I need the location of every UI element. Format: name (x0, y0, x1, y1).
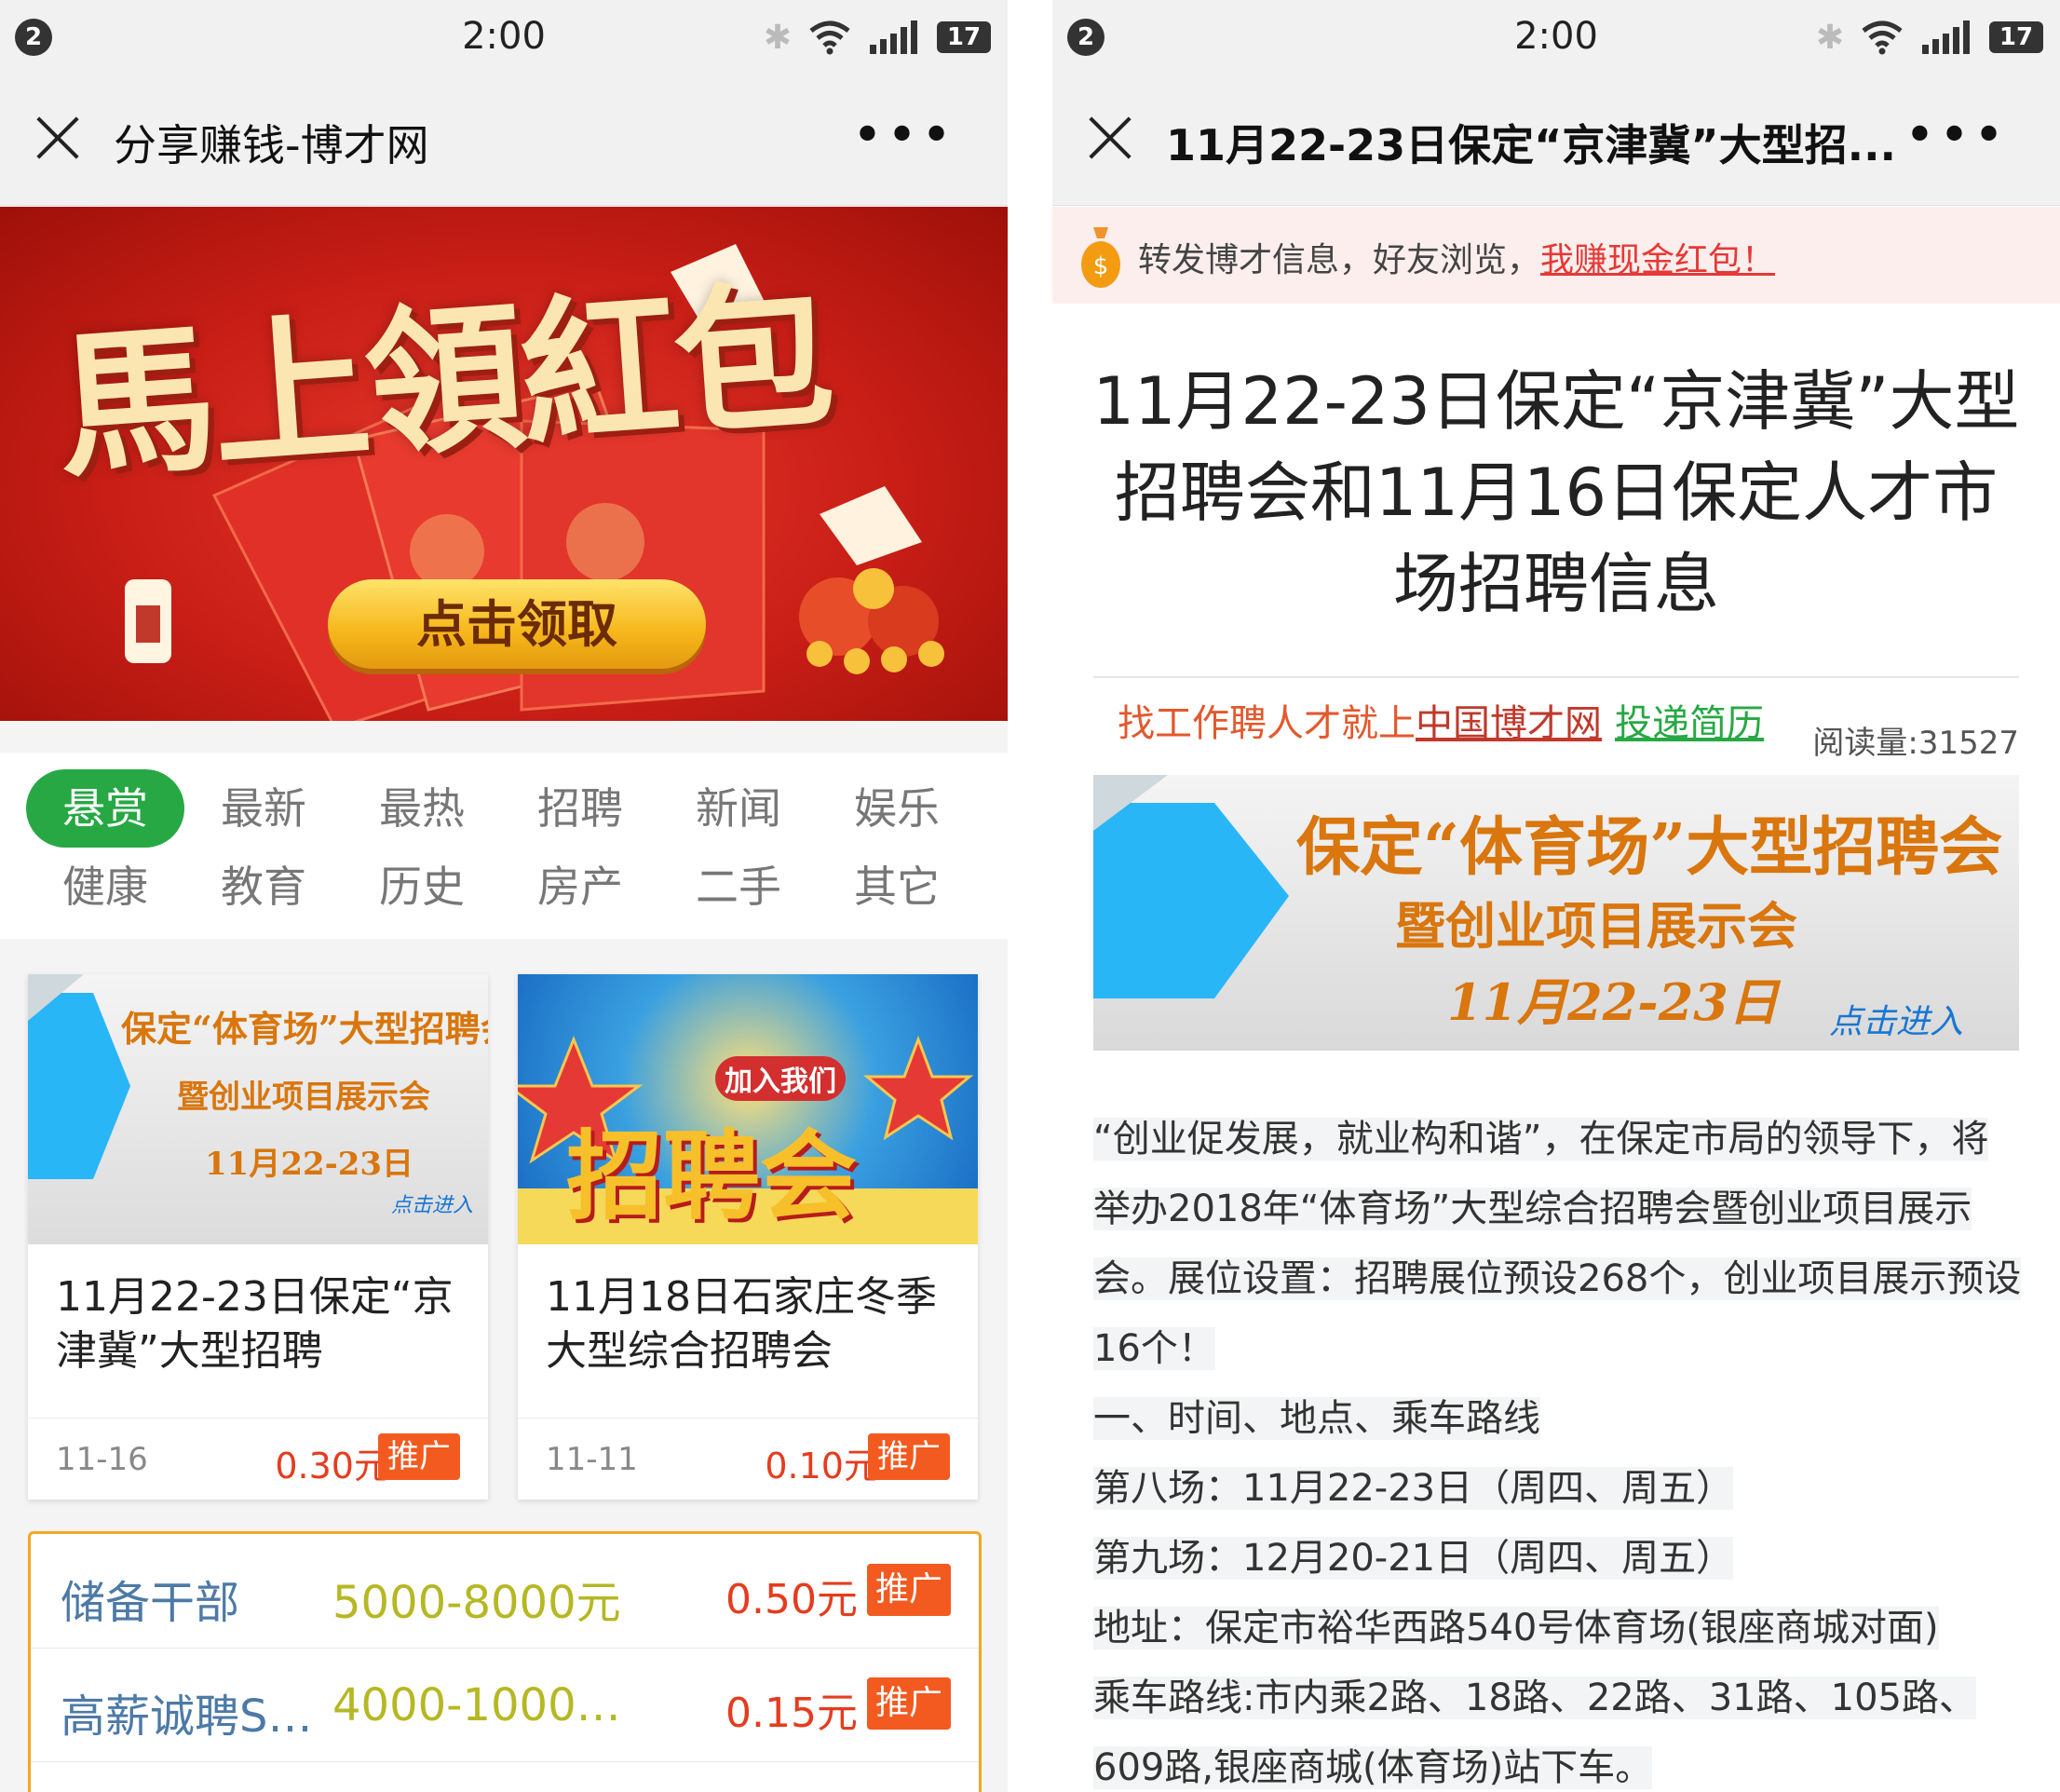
job-row[interactable]: 储备干部 5000-8000元 0.50元 推广 (31, 1534, 979, 1649)
banner-text-4: 点击进入 (1829, 1003, 1964, 1041)
tab-entertainment[interactable]: 娱乐 (818, 769, 976, 848)
signal-icon (868, 20, 920, 54)
title-bar: 分享赚钱-博才网 ••• (0, 73, 1008, 206)
tab-education[interactable]: 教育 (184, 848, 343, 926)
wifi-icon (1861, 20, 1904, 55)
site-link[interactable]: 中国博才网 (1416, 702, 1602, 745)
close-icon[interactable] (34, 114, 82, 162)
submit-resume-link[interactable]: 投递简历 (1615, 702, 1764, 745)
article-paragraph: 乘车路线:市内乘2路、18路、22路、31路、105路、609路,银座商城(体育… (1093, 1663, 2025, 1792)
page-title: 分享赚钱-博才网 (114, 120, 429, 170)
money-bag-icon: $ (1081, 227, 1120, 288)
card-image-text-4: 点击进入 (391, 1194, 474, 1217)
close-icon[interactable] (1086, 114, 1134, 162)
paragraph-text: 第八场：11月22-23日（周四、周五） (1093, 1467, 1734, 1510)
source-prefix: 找工作聘人才就上 (1118, 702, 1416, 745)
tab-recruitment[interactable]: 招聘 (501, 769, 659, 848)
article-banner-image[interactable]: 保定“体育场”大型招聘会 暨创业项目展示会 11月22-23日 点击进入 (1093, 775, 2019, 1051)
tab-latest[interactable]: 最新 (184, 769, 343, 848)
card-date: 11-16 (56, 1441, 148, 1478)
share-tip-text: 转发博才信息，好友浏览， (1138, 241, 1541, 279)
article-paragraph: 一、时间、地点、乘车路线 (1093, 1384, 2025, 1454)
signal-icon (1920, 20, 1972, 54)
bluetooth-icon: ✱ (1815, 18, 1844, 57)
divider (1093, 676, 2019, 678)
battery-icon: 17 (937, 21, 991, 53)
paragraph-text: 地址：保定市裕华西路540号体育场(银座商城对面) (1093, 1607, 1939, 1649)
job-title: 储备干部 (61, 1577, 240, 1629)
card-reward: 0.10元 (765, 1446, 879, 1487)
job-title: 高薪诚聘SE… (61, 1690, 331, 1743)
job-reward: 0.50元 (725, 1576, 858, 1623)
banner-text-3: 11月22-23日 (1447, 972, 1779, 1032)
article-paragraph: 地址：保定市裕华西路540号体育场(银座商城对面) (1093, 1594, 2025, 1663)
left-phone-screen: 2 2:00 ✱ 17 分享赚钱-博才网 ••• 馬上領紅包 点击领取 悬赏 最… (0, 0, 1008, 1792)
share-tip-bar: $ 转发博才信息，好友浏览，我赚现金红包！ (1052, 207, 2060, 304)
red-envelope-banner[interactable]: 馬上領紅包 点击领取 (0, 207, 1008, 721)
job-salary: 4000-10000… (332, 1679, 640, 1731)
tab-other[interactable]: 其它 (818, 848, 976, 926)
share-reward-link[interactable]: 我赚现金红包！ (1540, 241, 1775, 279)
paragraph-text: 第九场：12月20-21日（周四、周五） (1093, 1537, 1734, 1580)
card-reward: 0.30元 (275, 1446, 389, 1487)
banner-text-2: 暨创业项目展示会 (1395, 896, 1797, 956)
job-reward: 0.15元 (725, 1690, 858, 1737)
article-paragraph: 第八场：11月22-23日（周四、周五） (1093, 1454, 2025, 1524)
claim-button[interactable]: 点击领取 (328, 579, 706, 669)
paragraph-text: 一、时间、地点、乘车路线 (1093, 1397, 1540, 1440)
card-title: 11月18日石家庄冬季大型综合招聘会 (546, 1273, 937, 1375)
status-bar: 2 2:00 ✱ 17 (0, 0, 1008, 73)
tab-health[interactable]: 健康 (26, 848, 184, 926)
article-card[interactable]: 保定“体育场”大型招聘会 暨创业项目展示会 11月22-23日 点击进入 11月… (28, 974, 488, 1500)
promote-button[interactable]: 推广 (868, 1433, 950, 1480)
card-image-recruitment-fair: 加入我们 招聘会 (518, 974, 978, 1244)
promote-button[interactable]: 推广 (867, 1677, 951, 1730)
bluetooth-icon: ✱ (763, 18, 792, 57)
card-image-text-1: 招聘会 (566, 1119, 858, 1233)
card-image-job-fair: 保定“体育场”大型招聘会 暨创业项目展示会 11月22-23日 点击进入 (28, 974, 488, 1244)
title-bar: 11月22-23日保定“京津冀”大型招... ••• (1052, 73, 2060, 206)
status-bar: 2 2:00 ✱ 17 (1052, 0, 2060, 73)
article-title: 11月22-23日保定“京津冀”大型招聘会和11月16日保定人才市场招聘信息 (1092, 363, 2020, 622)
page-title: 11月22-23日保定“京津冀”大型招... (1166, 120, 1897, 170)
card-image-text-3: 11月22-23日 (205, 1146, 414, 1183)
paragraph-text: 乘车路线:市内乘2路、18路、22路、31路、105路、609路,银座商城(体育… (1093, 1677, 1976, 1789)
article-paragraph: “创业促发展，就业构和谐”，在保定市局的领导下，将举办2018年“体育场”大型综… (1093, 1105, 2025, 1384)
card-image-text-1: 保定“体育场”大型招聘会 (121, 1008, 488, 1050)
read-count: 阅读量:31527 (1812, 725, 2019, 762)
job-salary: 5000-8000元 (332, 1577, 621, 1629)
more-menu-icon[interactable]: ••• (1904, 110, 2008, 162)
card-footer: 11-16 0.30元 推广 (28, 1418, 488, 1500)
banner-text-1: 保定“体育场”大型招聘会 (1296, 810, 2003, 885)
article-card[interactable]: 加入我们 招聘会 11月18日石家庄冬季大型综合招聘会 11-11 0.10元 … (518, 974, 978, 1500)
tab-news[interactable]: 新闻 (659, 769, 818, 848)
promote-button[interactable]: 推广 (867, 1564, 951, 1616)
tab-second-hand[interactable]: 二手 (659, 848, 818, 926)
category-tabs: 悬赏 最新 最热 招聘 新闻 娱乐 健康 教育 历史 房产 二手 其它 (0, 753, 1008, 939)
wifi-icon (808, 20, 851, 55)
tab-real-estate[interactable]: 房产 (501, 848, 659, 926)
card-image-text-2: 加入我们 (715, 1056, 846, 1101)
card-footer: 11-11 0.10元 推广 (518, 1418, 978, 1500)
card-image-text-2: 暨创业项目展示会 (177, 1079, 430, 1116)
svg-text:$: $ (1093, 252, 1109, 280)
more-menu-icon[interactable]: ••• (852, 110, 955, 162)
promote-button[interactable]: 推广 (378, 1433, 460, 1480)
battery-icon: 17 (1989, 21, 2043, 53)
tab-bounty[interactable]: 悬赏 (26, 769, 184, 848)
tab-history[interactable]: 历史 (343, 848, 501, 926)
card-title: 11月22-23日保定“京津冀”大型招聘 (56, 1273, 454, 1375)
card-date: 11-11 (546, 1441, 638, 1478)
article-paragraph: 第九场：12月20-21日（周四、周五） (1093, 1524, 2025, 1594)
right-phone-screen: 2 2:00 ✱ 17 11月22-23日保定“京津冀”大型招... ••• $… (1052, 0, 2060, 1792)
job-row[interactable]: 高薪诚聘SE… 4000-10000… 0.15元 推广 (31, 1648, 979, 1762)
paragraph-text: “创业促发展，就业构和谐”，在保定市局的领导下，将举办2018年“体育场”大型综… (1093, 1118, 2022, 1370)
tab-hottest[interactable]: 最热 (343, 769, 501, 848)
job-list: 储备干部 5000-8000元 0.50元 推广 高薪诚聘SE… 4000-10… (28, 1531, 982, 1792)
